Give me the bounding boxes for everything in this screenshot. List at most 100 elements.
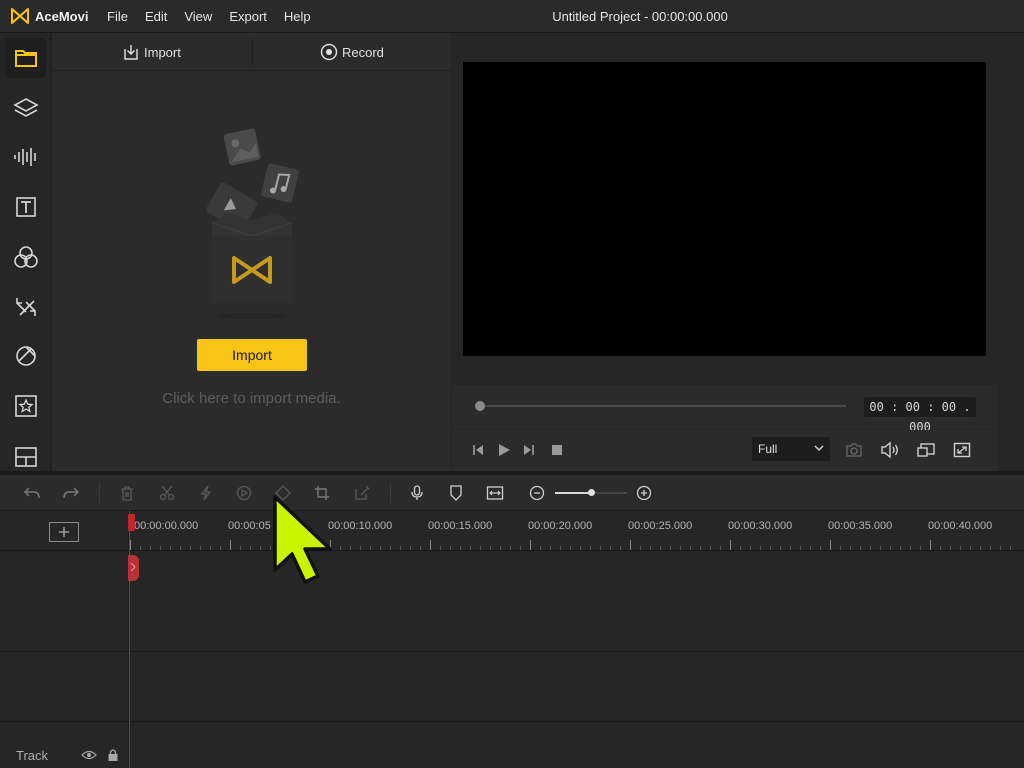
toolbar-separator: [99, 483, 100, 503]
volume-icon: [881, 441, 898, 459]
ruler-tick: [880, 546, 881, 550]
marker-button[interactable]: [446, 483, 466, 503]
prev-frame-button[interactable]: [468, 440, 488, 460]
next-frame-button[interactable]: [519, 440, 539, 460]
delete-button[interactable]: [117, 483, 137, 503]
ruler-tick: [500, 546, 501, 550]
cut-button[interactable]: [157, 483, 177, 503]
ruler-tick: [670, 546, 671, 550]
transitions-icon: [15, 298, 36, 316]
microphone-icon: [411, 485, 423, 500]
menu-help[interactable]: Help: [284, 9, 311, 24]
menu-view[interactable]: View: [184, 9, 212, 24]
ruler-tick: [910, 546, 911, 550]
ruler-tick: [510, 546, 511, 550]
split-button[interactable]: [196, 483, 216, 503]
ruler-tick: [160, 546, 161, 550]
ruler-tick: [260, 546, 261, 550]
fullscreen-button[interactable]: [952, 440, 972, 460]
lock-icon[interactable]: [107, 748, 119, 762]
playhead-line[interactable]: [129, 511, 130, 768]
window-title: Untitled Project - 00:00:00.000: [552, 9, 728, 24]
ruler-tick: [750, 546, 751, 550]
ruler-tick: [740, 546, 741, 550]
redo-button[interactable]: [61, 483, 81, 503]
rail-audio-button[interactable]: [5, 137, 46, 177]
ruler-tick: [150, 546, 151, 550]
timeline-ruler[interactable]: 00:00:00.000 00:00:05 00:00:10.000 00:00…: [130, 511, 1024, 551]
playhead-handle[interactable]: [128, 514, 135, 531]
undo-button[interactable]: [22, 483, 42, 503]
ruler-tick: [850, 546, 851, 550]
playhead-marker[interactable]: [128, 555, 139, 581]
ruler-tick: [400, 546, 401, 550]
play-icon: [499, 444, 510, 456]
app-logo: AceMovi: [10, 7, 88, 25]
menu-file[interactable]: File: [107, 9, 128, 24]
mouse-cursor-icon: [273, 495, 332, 584]
volume-button[interactable]: [880, 440, 900, 460]
speed-button[interactable]: [234, 483, 254, 503]
ruler-label: 00:00:35.000: [828, 520, 893, 532]
ruler-tick: [900, 546, 901, 550]
ruler-tick: [620, 546, 621, 550]
ruler-label: 00:00:00.000: [134, 520, 199, 532]
rail-transitions-button[interactable]: [5, 287, 46, 327]
zoom-out-button[interactable]: [527, 483, 547, 503]
import-icon: [124, 45, 138, 60]
zoom-out-icon: [529, 485, 545, 501]
track-header: [0, 652, 129, 721]
rail-text-button[interactable]: [5, 187, 46, 227]
import-hint-text[interactable]: Click here to import media.: [52, 390, 451, 407]
rail-elements-button[interactable]: [5, 386, 46, 426]
add-track-button[interactable]: [49, 522, 79, 542]
tab-import[interactable]: Import: [122, 33, 181, 71]
preview-screen: [463, 62, 986, 356]
tab-record[interactable]: Record: [320, 33, 384, 71]
zoom-in-button[interactable]: [634, 483, 654, 503]
snapshot-button[interactable]: [844, 440, 864, 460]
playhead-marker-icon: [130, 562, 136, 572]
eye-icon[interactable]: [81, 749, 97, 761]
voiceover-button[interactable]: [407, 483, 427, 503]
ruler-tick: [250, 546, 251, 550]
video-track-row[interactable]: [130, 552, 1024, 651]
side-rail: [0, 33, 51, 471]
menu-edit[interactable]: Edit: [145, 9, 167, 24]
zoom-in-icon: [636, 485, 652, 501]
ruler-tick: [680, 546, 681, 550]
track-row[interactable]: [130, 722, 1024, 768]
timeline: 00:00:00.000 00:00:05 00:00:10.000 00:00…: [0, 511, 1024, 768]
rail-layers-button[interactable]: [5, 88, 46, 128]
ruler-tick: [920, 546, 921, 550]
preview-panel: 00 : 00 : 00 . 000 Full: [452, 33, 997, 471]
zoom-slider-handle[interactable]: [588, 489, 595, 496]
preview-zoom-select[interactable]: Full: [752, 437, 830, 461]
menu-export[interactable]: Export: [229, 9, 267, 24]
scrub-handle[interactable]: [475, 401, 485, 411]
ruler-tick: [1010, 546, 1011, 550]
ruler-tick: [810, 546, 811, 550]
play-button[interactable]: [494, 440, 514, 460]
scrub-track[interactable]: [480, 405, 846, 407]
ruler-tick: [650, 546, 651, 550]
rail-effects-button[interactable]: [5, 336, 46, 376]
rail-media-button[interactable]: [5, 38, 46, 78]
rail-filters-button[interactable]: [5, 237, 46, 277]
ruler-tick: [770, 546, 771, 550]
ruler-tick: [930, 540, 931, 550]
fit-timeline-button[interactable]: [485, 483, 505, 503]
ruler-tick: [480, 546, 481, 550]
redo-icon: [63, 487, 80, 499]
edit-clip-button[interactable]: [352, 483, 372, 503]
ruler-tick: [800, 546, 801, 550]
ruler-tick: [950, 546, 951, 550]
scissors-icon: [159, 485, 175, 501]
ruler-label: 00:00:15.000: [428, 520, 493, 532]
track-label: Track: [16, 748, 49, 763]
ruler-tick: [190, 546, 191, 550]
stop-button[interactable]: [547, 440, 567, 460]
import-media-button[interactable]: Import: [197, 339, 307, 371]
pip-button[interactable]: [916, 440, 936, 460]
audio-track-row[interactable]: [130, 652, 1024, 721]
